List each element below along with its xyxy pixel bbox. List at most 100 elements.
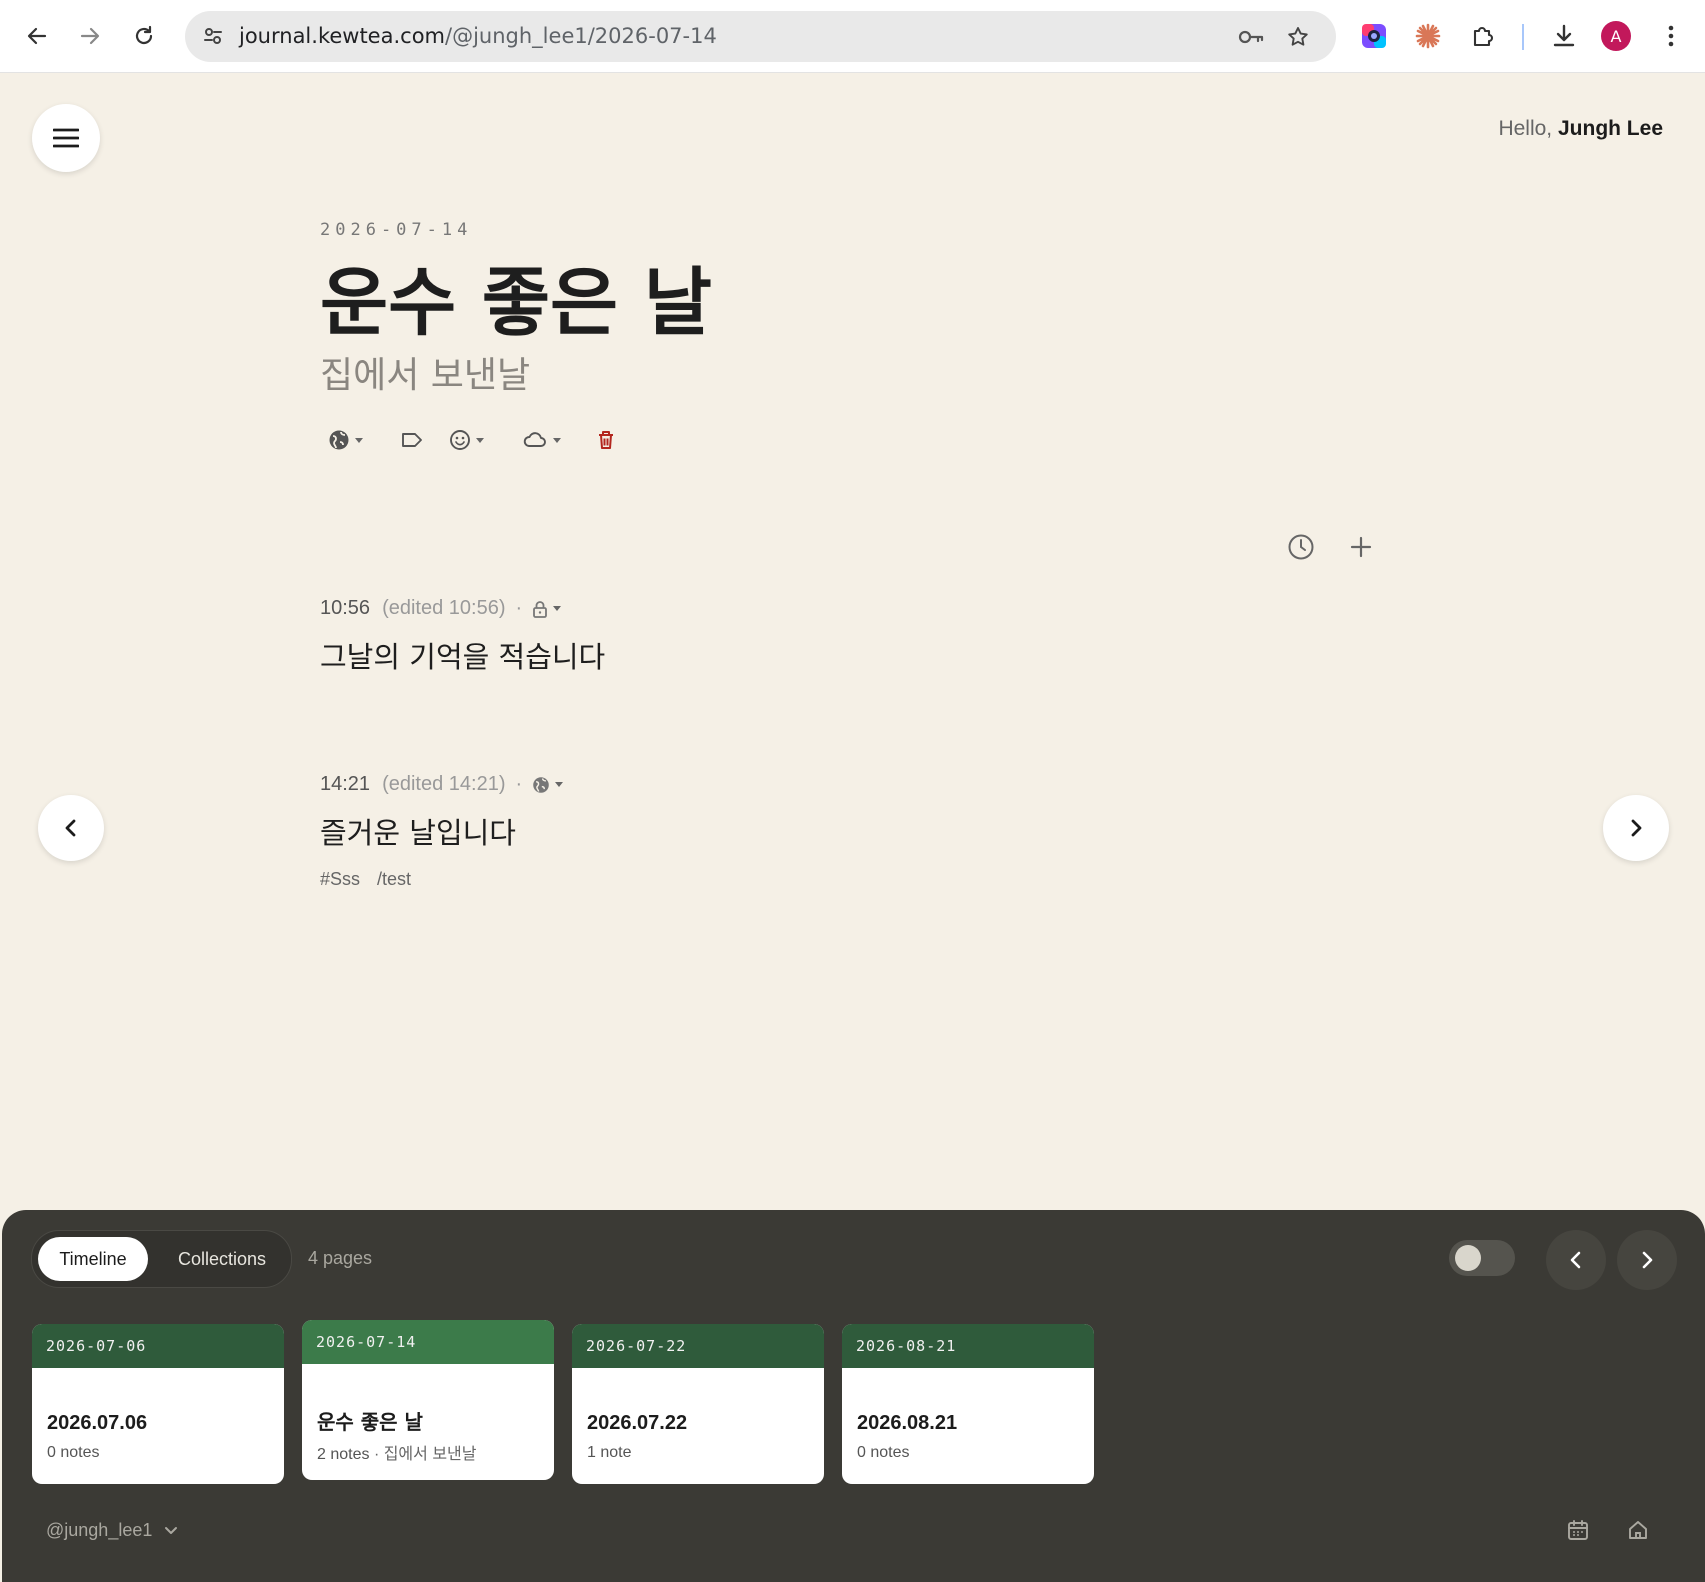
day-card-current[interactable]: 2026-07-14 운수 좋은 날 2 notes · 집에서 보낸날 <box>302 1320 554 1480</box>
card-title: 2026.07.22 <box>587 1412 688 1434</box>
account-switcher[interactable]: @jungh_lee1 <box>46 1520 178 1541</box>
note-time: 14:21 <box>320 773 371 795</box>
card-subtitle: · 집에서 보낸날 <box>373 1446 477 1463</box>
back-button[interactable] <box>19 18 55 54</box>
trash-icon <box>599 431 613 449</box>
history-button[interactable] <box>1286 532 1316 562</box>
next-day-button[interactable] <box>1603 795 1669 861</box>
chevron-down-icon <box>165 1526 178 1534</box>
card-notes: 1 note <box>587 1444 631 1462</box>
hamburger-icon <box>53 128 79 148</box>
toolbar-divider <box>1522 24 1524 50</box>
weather-dropdown[interactable] <box>522 423 561 457</box>
plus-icon <box>1350 536 1372 558</box>
caret-down-icon <box>553 437 561 443</box>
tag-icon <box>402 433 422 447</box>
calendar-icon <box>1568 1520 1588 1540</box>
cloud-icon <box>523 432 546 447</box>
card-notes: 2 notes · 집에서 보낸날 <box>317 1440 476 1464</box>
note-body[interactable]: 그날의 기억을 적습니다 <box>320 634 605 676</box>
bookmark-star-icon[interactable] <box>1284 23 1312 51</box>
card-date: 2026-07-22 <box>572 1324 824 1368</box>
caret-down-icon <box>553 606 562 611</box>
tag-button[interactable] <box>400 423 424 457</box>
previous-day-button[interactable] <box>38 795 104 861</box>
timeline-prev-button[interactable] <box>1546 1230 1606 1290</box>
address-bar[interactable]: journal.kewtea.com/@jungh_lee1/2026-07-1… <box>185 11 1336 62</box>
timeline-next-button[interactable] <box>1617 1230 1677 1290</box>
calendar-button[interactable] <box>1562 1514 1594 1546</box>
forward-arrow-icon <box>80 27 100 45</box>
clock-icon <box>1288 534 1314 560</box>
meta-separator: · <box>515 597 523 619</box>
profile-avatar[interactable]: A <box>1601 21 1631 51</box>
day-card[interactable]: 2026-07-22 2026.07.22 1 note <box>572 1324 824 1484</box>
hamburger-menu-button[interactable] <box>32 104 100 172</box>
note-visibility-dropdown[interactable] <box>532 776 564 794</box>
note-meta: 14:21 (edited 14:21) · <box>320 773 564 796</box>
globe-icon <box>329 430 349 450</box>
day-card[interactable]: 2026-07-06 2026.07.06 0 notes <box>32 1324 284 1484</box>
password-key-icon[interactable] <box>1237 23 1265 51</box>
user-handle: @jungh_lee1 <box>46 1520 153 1540</box>
browser-menu-icon[interactable] <box>1653 18 1689 54</box>
greeting: Hello, Jungh Lee <box>1498 117 1663 141</box>
smiley-icon <box>450 430 470 450</box>
card-title: 2026.08.21 <box>857 1412 958 1434</box>
note-meta: 10:56 (edited 10:56) · <box>320 597 562 620</box>
downloads-icon[interactable] <box>1546 18 1582 54</box>
view-switcher: Timeline Collections <box>31 1230 292 1288</box>
card-notes: 0 notes <box>857 1444 909 1462</box>
collection-tag[interactable]: /test <box>377 869 411 889</box>
globe-icon <box>533 776 549 793</box>
card-note-count: 0 notes <box>47 1444 100 1461</box>
note-edited: (edited 14:21) <box>382 773 506 795</box>
back-arrow-icon <box>27 27 47 45</box>
home-button[interactable] <box>1622 1514 1654 1546</box>
forward-button[interactable] <box>72 18 108 54</box>
url-path: /@jungh_lee1/2026-07-14 <box>445 24 717 48</box>
caret-down-icon <box>476 437 484 443</box>
page-title[interactable]: 운수 좋은 날 <box>320 243 712 350</box>
note-edited: (edited 10:56) <box>382 597 506 619</box>
home-icon <box>1629 1521 1647 1539</box>
card-date: 2026-07-06 <box>32 1324 284 1368</box>
browser-toolbar: journal.kewtea.com/@jungh_lee1/2026-07-1… <box>0 0 1705 73</box>
card-date: 2026-07-14 <box>302 1320 554 1364</box>
add-note-button[interactable] <box>1346 532 1376 562</box>
color-picker-extension-icon[interactable] <box>1356 18 1392 54</box>
note-time: 10:56 <box>320 597 371 619</box>
url-text[interactable]: journal.kewtea.com/@jungh_lee1/2026-07-1… <box>239 24 717 48</box>
delete-page-button[interactable] <box>596 423 616 457</box>
page-subtitle[interactable]: 집에서 보낸날 <box>320 346 530 398</box>
url-host: journal.kewtea.com <box>239 24 446 48</box>
toggle-knob <box>1455 1245 1481 1271</box>
tab-timeline[interactable]: Timeline <box>38 1237 148 1281</box>
tab-collections[interactable]: Collections <box>162 1237 282 1281</box>
card-notes: 0 notes <box>47 1444 99 1462</box>
mood-dropdown[interactable] <box>449 423 484 457</box>
greeting-text: Hello, <box>1498 117 1553 140</box>
note-body[interactable]: 즐거운 날입니다 <box>320 810 516 852</box>
page-date: 2026-07-14 <box>320 220 473 240</box>
note-tags: #Sss /test <box>320 869 423 890</box>
lock-icon <box>533 600 548 618</box>
hashtag[interactable]: #Sss <box>320 869 360 889</box>
card-date: 2026-08-21 <box>842 1324 1094 1368</box>
note-visibility-dropdown[interactable] <box>532 600 562 618</box>
extensions-puzzle-icon[interactable] <box>1465 18 1501 54</box>
card-note-count: 0 notes <box>857 1444 910 1461</box>
chevron-right-icon <box>1631 819 1642 837</box>
claude-extension-icon[interactable] <box>1410 18 1446 54</box>
card-title: 운수 좋은 날 <box>317 1410 423 1434</box>
site-info-icon[interactable] <box>199 22 227 50</box>
day-card[interactable]: 2026-08-21 2026.08.21 0 notes <box>842 1324 1094 1484</box>
reload-button[interactable] <box>126 18 162 54</box>
chevron-right-icon <box>1642 1251 1653 1269</box>
chevron-left-icon <box>1570 1251 1581 1269</box>
user-name[interactable]: Jungh Lee <box>1558 117 1663 140</box>
card-title: 2026.07.06 <box>47 1412 148 1434</box>
timeline-panel: Timeline Collections 4 pages 2026-07-06 … <box>2 1210 1705 1582</box>
panel-toggle-switch[interactable] <box>1449 1240 1515 1276</box>
visibility-dropdown[interactable] <box>328 423 363 457</box>
